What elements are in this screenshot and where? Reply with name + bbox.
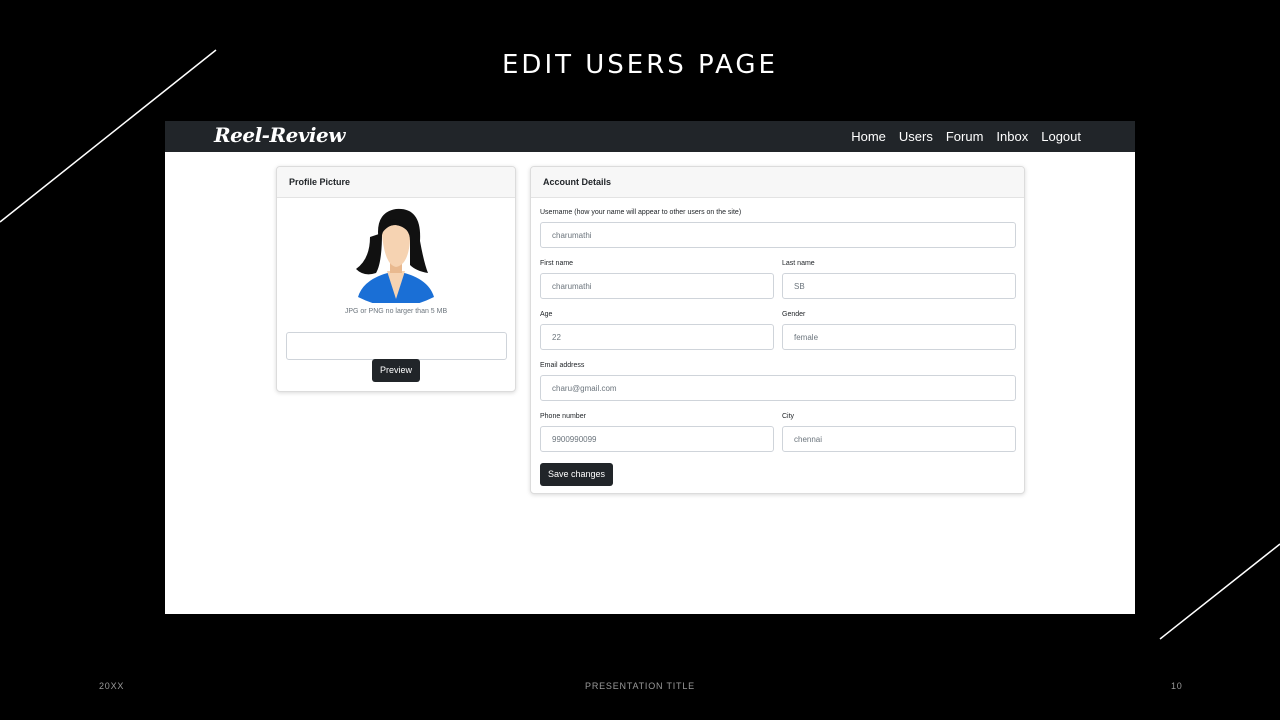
profile-image-input[interactable]	[286, 332, 507, 360]
last-name-label: Last name	[782, 260, 815, 267]
first-name-label: First name	[540, 260, 574, 267]
phone-input[interactable]: 9900990099	[540, 426, 774, 452]
last-name-input[interactable]: SB	[782, 273, 1016, 299]
footer-presentation-title: PRESENTATION TITLE	[585, 681, 695, 691]
email-input[interactable]: charu@gmail.com	[540, 375, 1016, 401]
presentation-slide: EDIT USERS PAGE Reel-Review Home Users F…	[0, 0, 1280, 720]
upload-hint: JPG or PNG no larger than 5 MB	[344, 308, 448, 315]
preview-button[interactable]: Preview	[372, 359, 420, 382]
nav-logout[interactable]: Logout	[1041, 129, 1081, 144]
email-label: Email address	[540, 362, 585, 369]
nav-home[interactable]: Home	[851, 129, 886, 144]
account-details-card: Account Details Username (how your name …	[530, 166, 1025, 494]
gender-label: Gender	[782, 311, 806, 318]
first-name-input[interactable]: charumathi	[540, 273, 774, 299]
nav-forum[interactable]: Forum	[946, 129, 984, 144]
account-card-header: Account Details	[531, 167, 1024, 198]
age-input[interactable]: 22	[540, 324, 774, 350]
nav-users[interactable]: Users	[899, 129, 933, 144]
footer-page-number: 10	[1171, 681, 1183, 691]
brand-logo[interactable]: Reel-Review	[214, 123, 345, 147]
gender-input[interactable]: female	[782, 324, 1016, 350]
nav-inbox[interactable]: Inbox	[996, 129, 1028, 144]
username-label: Username (how your name will appear to o…	[540, 209, 742, 216]
app-screenshot: Reel-Review Home Users Forum Inbox Logou…	[165, 121, 1135, 614]
city-label: City	[782, 413, 795, 420]
username-input[interactable]: charumathi	[540, 222, 1016, 248]
nav-links: Home Users Forum Inbox Logout	[851, 129, 1081, 144]
slide-title: EDIT USERS PAGE	[502, 50, 778, 80]
profile-card-header: Profile Picture	[277, 167, 515, 198]
save-changes-button[interactable]: Save changes	[540, 463, 613, 486]
phone-label: Phone number	[540, 413, 586, 420]
city-input[interactable]: chennai	[782, 426, 1016, 452]
female-avatar-icon	[356, 208, 434, 303]
navbar: Reel-Review Home Users Forum Inbox Logou…	[165, 121, 1135, 152]
profile-picture-card: Profile Picture JPG or PNG no larger tha…	[276, 166, 516, 392]
age-label: Age	[540, 311, 553, 318]
